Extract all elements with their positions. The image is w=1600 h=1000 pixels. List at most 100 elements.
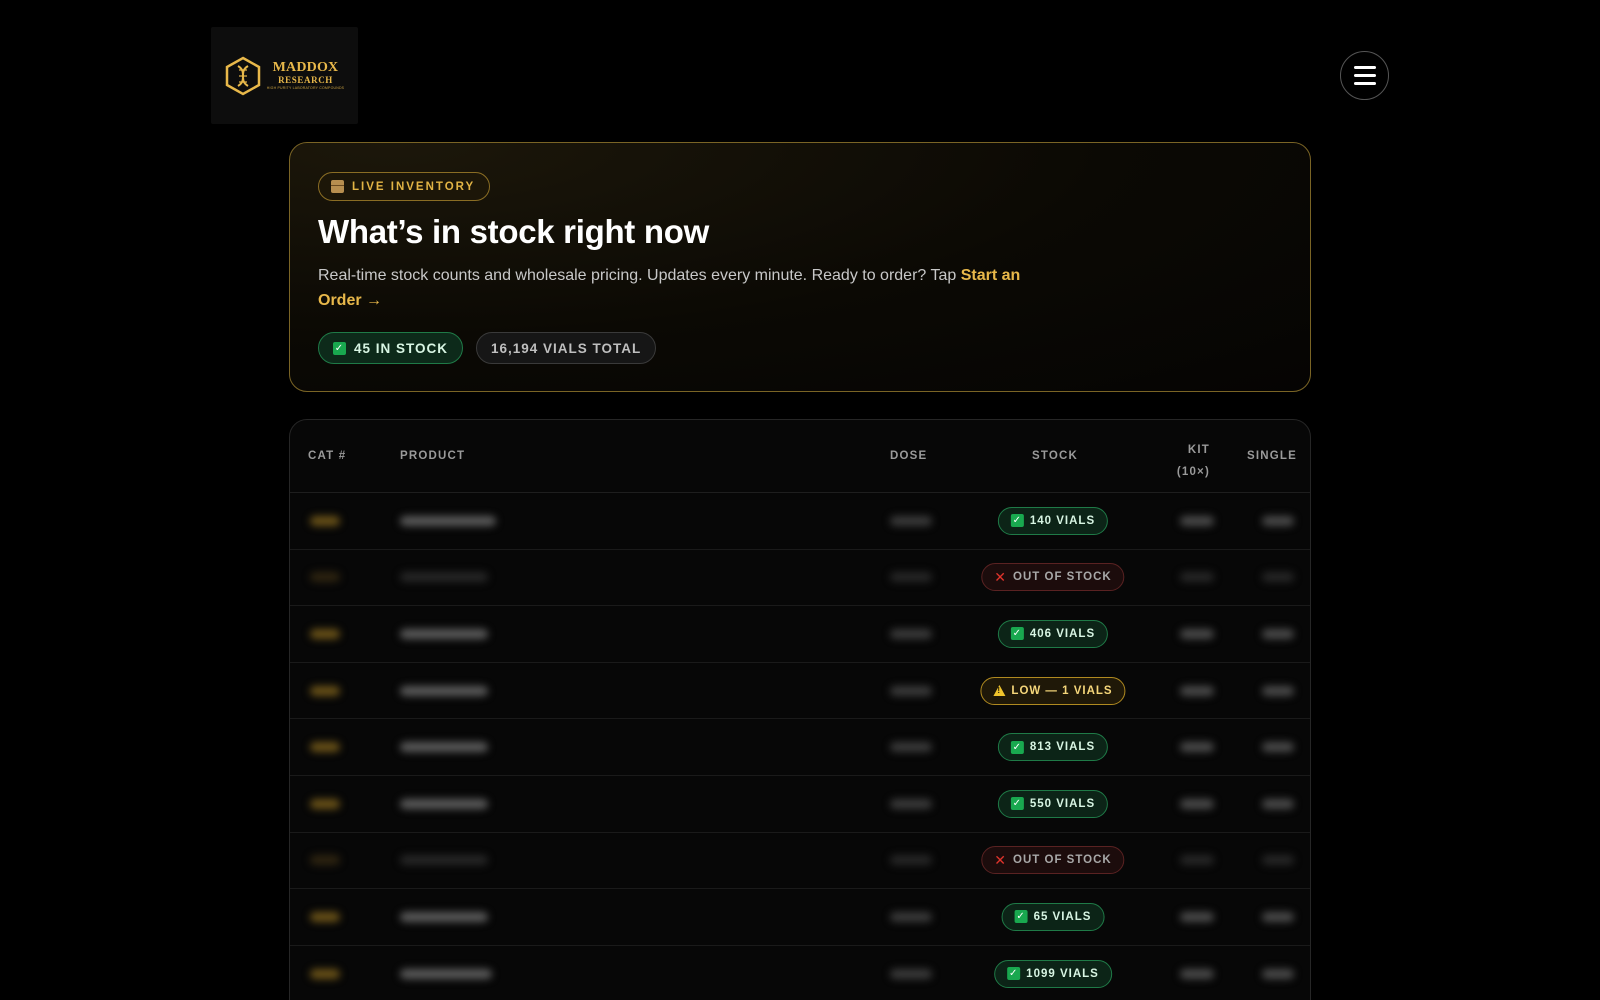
cat-number-cell <box>310 855 340 866</box>
cat-number-cell <box>310 742 340 753</box>
kit-price-cell <box>1180 742 1214 753</box>
kit-price-cell <box>1180 628 1214 639</box>
single-price-cell <box>1262 968 1294 979</box>
check-icon: ✓ <box>1014 910 1028 924</box>
stock-status-label: 406 VIALS <box>1029 627 1096 640</box>
stock-status-badge: ✓ 65 VIALS <box>1001 902 1105 931</box>
stock-status-badge: ✕ OUT OF STOCK <box>981 563 1125 592</box>
dose-cell <box>890 572 932 583</box>
single-price-cell <box>1262 742 1294 753</box>
logo-title: MADDOX <box>272 59 339 75</box>
stock-status-label: OUT OF STOCK <box>1013 854 1112 867</box>
warning-icon <box>993 685 1006 697</box>
table-row[interactable]: ✓ 1099 VIALS <box>290 946 1310 1000</box>
cat-number-cell <box>310 628 340 639</box>
cat-number-cell <box>310 798 340 809</box>
single-price-cell <box>1262 685 1294 696</box>
dna-hexagon-icon <box>225 56 261 95</box>
column-header-stock[interactable]: STOCK <box>1032 450 1078 462</box>
product-name-cell <box>400 628 488 639</box>
stock-status-badge: ✓ 406 VIALS <box>997 619 1109 648</box>
kit-price-cell <box>1180 855 1214 866</box>
stock-status-badge: ✓ 1099 VIALS <box>994 959 1112 988</box>
logo-subtitle: RESEARCH <box>278 74 333 85</box>
stock-status-badge: ✓ 813 VIALS <box>997 733 1109 762</box>
live-inventory-badge: LIVE INVENTORY <box>318 172 491 201</box>
product-name-cell <box>400 742 488 753</box>
single-price-cell <box>1262 515 1294 526</box>
kit-price-cell <box>1180 968 1214 979</box>
stock-status-label: LOW — 1 VIALS <box>1011 684 1113 697</box>
product-name-cell <box>400 798 488 809</box>
table-row[interactable]: ✓ 65 VIALS <box>290 889 1310 946</box>
page-title: What’s in stock right now <box>318 213 709 250</box>
table-row[interactable]: ✓ 813 VIALS <box>290 719 1310 776</box>
in-stock-count-badge: ✓ 45 IN STOCK <box>318 332 464 364</box>
table-row[interactable]: ✕ OUT OF STOCK <box>290 550 1310 607</box>
stock-status-label: OUT OF STOCK <box>1013 571 1112 584</box>
stock-status-label: 140 VIALS <box>1029 514 1096 527</box>
hamburger-menu-button[interactable] <box>1340 51 1389 100</box>
stock-status-badge: LOW — 1 VIALS <box>980 676 1126 705</box>
stock-status-label: 65 VIALS <box>1033 910 1092 923</box>
single-price-cell <box>1262 855 1294 866</box>
stock-status-badge: ✓ 140 VIALS <box>997 506 1109 535</box>
table-header: CAT # PRODUCT DOSE STOCK KIT (10×) SINGL… <box>290 420 1310 493</box>
kit-price-cell <box>1180 572 1214 583</box>
product-name-cell <box>400 572 488 583</box>
kit-price-cell <box>1180 798 1214 809</box>
cat-number-cell <box>310 515 340 526</box>
table-row[interactable]: LOW — 1 VIALS <box>290 663 1310 720</box>
hamburger-icon-bar <box>1353 66 1376 69</box>
table-row[interactable]: ✓ 406 VIALS <box>290 606 1310 663</box>
brand-logo[interactable]: MADDOX RESEARCH HIGH PURITY LABORATORY C… <box>211 27 358 124</box>
stock-status-label: 550 VIALS <box>1029 797 1096 810</box>
kit-price-cell <box>1180 515 1214 526</box>
in-stock-count-label: 45 IN STOCK <box>354 340 449 356</box>
single-price-cell <box>1262 798 1294 809</box>
hamburger-icon-bar <box>1353 74 1376 77</box>
dose-cell <box>890 968 932 979</box>
check-icon: ✓ <box>1010 740 1024 754</box>
column-header-product[interactable]: PRODUCT <box>400 450 465 462</box>
package-icon <box>331 180 344 193</box>
hero-description-text: Real-time stock counts and wholesale pri… <box>318 267 961 284</box>
table-row[interactable]: ✓ 550 VIALS <box>290 776 1310 833</box>
dose-cell <box>890 798 932 809</box>
hamburger-icon-bar <box>1353 82 1376 85</box>
product-name-cell <box>400 911 488 922</box>
single-price-cell <box>1262 628 1294 639</box>
check-icon: ✓ <box>1010 797 1024 811</box>
dose-cell <box>890 685 932 696</box>
cat-number-cell <box>310 572 340 583</box>
product-name-cell <box>400 855 488 866</box>
dose-cell <box>890 628 932 639</box>
column-header-dose[interactable]: DOSE <box>890 450 927 462</box>
x-icon: ✕ <box>994 569 1008 586</box>
column-header-cat[interactable]: CAT # <box>308 450 346 462</box>
table-row[interactable]: ✕ OUT OF STOCK <box>290 833 1310 890</box>
check-icon: ✓ <box>333 341 346 355</box>
dose-cell <box>890 742 932 753</box>
stock-status-label: 1099 VIALS <box>1026 967 1099 980</box>
total-vials-badge: 16,194 VIALS TOTAL <box>476 332 657 364</box>
dose-cell <box>890 515 932 526</box>
inventory-table: CAT # PRODUCT DOSE STOCK KIT (10×) SINGL… <box>289 419 1311 1000</box>
single-price-cell <box>1262 911 1294 922</box>
kit-price-cell <box>1180 911 1214 922</box>
live-inventory-label: LIVE INVENTORY <box>352 180 476 193</box>
table-row[interactable]: ✓ 140 VIALS <box>290 493 1310 550</box>
total-vials-label: 16,194 VIALS TOTAL <box>491 340 642 356</box>
stock-status-label: 813 VIALS <box>1029 741 1096 754</box>
x-icon: ✕ <box>994 852 1008 869</box>
hero-description: Real-time stock counts and wholesale pri… <box>318 263 1038 313</box>
dose-cell <box>890 855 932 866</box>
single-price-cell <box>1262 572 1294 583</box>
column-header-kit[interactable]: KIT (10×) <box>1170 439 1210 483</box>
column-header-single[interactable]: SINGLE <box>1247 450 1297 462</box>
check-icon: ✓ <box>1007 967 1021 981</box>
stock-status-badge: ✓ 550 VIALS <box>997 789 1109 818</box>
product-name-cell <box>400 968 492 979</box>
table-body: ✓ 140 VIALS ✕ OUT OF STOCK ✓ 406 VIALS LOW — 1… <box>290 493 1310 1000</box>
inventory-hero-card: LIVE INVENTORY What’s in stock right now… <box>289 142 1311 392</box>
